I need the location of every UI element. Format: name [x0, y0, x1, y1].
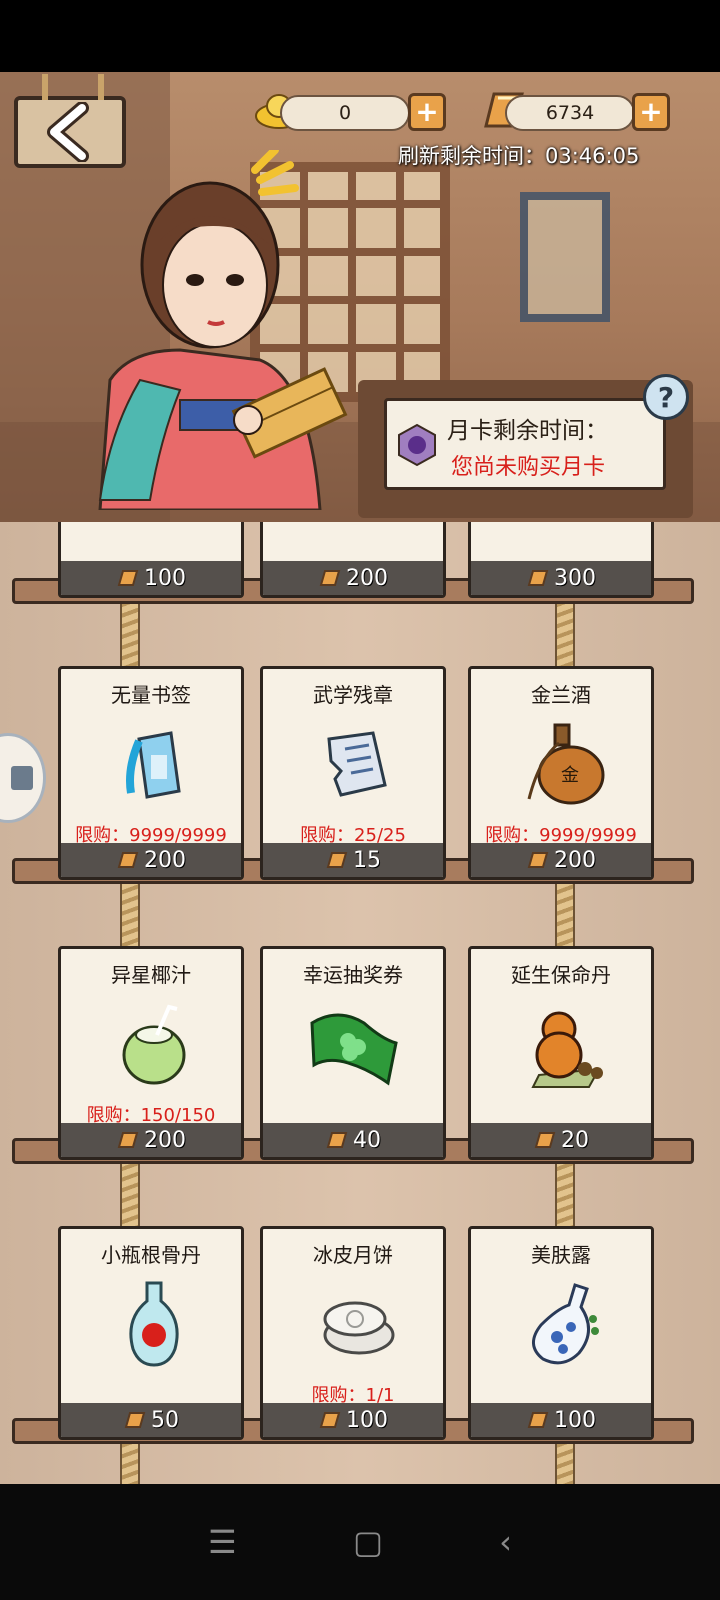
- porcelain-vase-icon: [532, 1283, 599, 1365]
- price-bar: 100: [263, 1403, 443, 1437]
- shop-item-card[interactable]: 100: [58, 522, 244, 598]
- shop-item-card[interactable]: 异星椰汁 限购：150/150 200: [58, 946, 244, 1160]
- gold-bar-icon: [117, 1132, 139, 1148]
- item-name: 武学残章: [313, 683, 393, 707]
- menu-icon[interactable]: ☰: [208, 1523, 237, 1561]
- price-bar: 200: [263, 561, 443, 595]
- shop-item-card[interactable]: 200: [260, 522, 446, 598]
- price-bar: 200: [61, 843, 241, 877]
- add-gold-button[interactable]: +: [632, 93, 670, 131]
- price-bar: 200: [61, 1123, 241, 1157]
- month-card-sign: 月卡剩余时间： 您尚未购买月卡: [384, 398, 666, 490]
- month-card-status: 您尚未购买月卡: [451, 455, 606, 480]
- price-bar: 100: [471, 1403, 651, 1437]
- coconut-icon: [122, 1004, 186, 1085]
- side-tab-icon: [11, 766, 33, 790]
- shop-shelves: 100 200 300 无量书签 限购：9999/9999 200 武学残章 限…: [0, 522, 720, 1484]
- gold-bar-icon: [527, 852, 549, 868]
- shop-item-card[interactable]: 延生保命丹 20: [468, 946, 654, 1160]
- gold-bar-balance: 6734: [505, 95, 635, 131]
- status-bar: [0, 0, 720, 72]
- shop-item-card[interactable]: 小瓶根骨丹 50: [58, 1226, 244, 1440]
- shop-item-card[interactable]: 幸运抽奖券 40: [260, 946, 446, 1160]
- item-price: 40: [353, 1127, 381, 1153]
- item-price: 20: [561, 1127, 589, 1153]
- item-price: 200: [144, 1127, 186, 1153]
- wine-gourd-icon: 金: [527, 723, 605, 805]
- svg-text:金: 金: [561, 765, 579, 786]
- item-name: 冰皮月饼: [313, 1243, 393, 1267]
- month-card-icon: [398, 423, 436, 467]
- pill-gourd-icon: [531, 1011, 603, 1088]
- item-price: 50: [151, 1407, 179, 1433]
- price-bar: 50: [61, 1403, 241, 1437]
- yuanbao-balance: 0: [280, 95, 410, 131]
- gold-bar-icon: [527, 1412, 549, 1428]
- hanging-rope: [98, 74, 104, 100]
- item-name: 小瓶根骨丹: [101, 1243, 201, 1267]
- gold-bar-icon: [117, 852, 139, 868]
- item-price: 15: [353, 847, 381, 873]
- hanging-rope: [42, 74, 48, 100]
- shop-item-card[interactable]: 300: [468, 522, 654, 598]
- gold-bar-icon: [326, 852, 348, 868]
- item-price: 100: [346, 1407, 388, 1433]
- item-price: 100: [144, 565, 186, 591]
- gold-bar-icon: [319, 570, 341, 586]
- shop-item-card[interactable]: 冰皮月饼 限购：1/1 100: [260, 1226, 446, 1440]
- torn-page-icon: [327, 731, 387, 797]
- price-bar: 300: [471, 561, 651, 595]
- bookmark-icon: [126, 731, 181, 799]
- item-name: 幸运抽奖券: [303, 963, 403, 987]
- item-name: 延生保命丹: [511, 963, 611, 987]
- item-price: 100: [554, 1407, 596, 1433]
- gold-bar-icon: [527, 570, 549, 586]
- item-price: 200: [144, 847, 186, 873]
- item-price: 200: [346, 565, 388, 591]
- gold-bar-icon: [124, 1412, 146, 1428]
- system-nav-bar: ☰ ▢ ‹: [0, 1484, 720, 1600]
- item-name: 无量书签: [111, 683, 191, 707]
- refresh-countdown: 刷新剩余时间：03:46:05: [398, 144, 640, 168]
- back-nav-icon[interactable]: ‹: [499, 1523, 512, 1561]
- item-price: 200: [554, 847, 596, 873]
- home-icon[interactable]: ▢: [353, 1523, 383, 1561]
- gold-bar-icon: [117, 570, 139, 586]
- lottery-ticket-icon: [310, 1013, 398, 1086]
- item-price: 300: [554, 565, 596, 591]
- shop-item-card[interactable]: 无量书签 限购：9999/9999 200: [58, 666, 244, 880]
- price-bar: 40: [263, 1123, 443, 1157]
- shop-item-card[interactable]: 金兰酒 金 限购：9999/9999 200: [468, 666, 654, 880]
- shop-item-card[interactable]: 武学残章 限购：25/25 15: [260, 666, 446, 880]
- gold-bar-icon: [326, 1132, 348, 1148]
- item-name: 异星椰汁: [111, 963, 191, 987]
- shopkeeper-character: [98, 150, 348, 510]
- item-name: 金兰酒: [531, 683, 591, 707]
- gold-bar-icon: [534, 1132, 556, 1148]
- month-card-title: 月卡剩余时间：: [447, 418, 608, 444]
- help-button[interactable]: ?: [643, 374, 689, 420]
- small-bottle-icon: [129, 1281, 179, 1367]
- add-yuanbao-button[interactable]: +: [408, 93, 446, 131]
- price-bar: 200: [471, 843, 651, 877]
- item-name: 美肤露: [531, 1243, 591, 1267]
- price-bar: 20: [471, 1123, 651, 1157]
- wall-picture: [520, 192, 610, 322]
- gold-bar-icon: [319, 1412, 341, 1428]
- price-bar: 100: [61, 561, 241, 595]
- shop-item-card[interactable]: 美肤露 100: [468, 1226, 654, 1440]
- price-bar: 15: [263, 843, 443, 877]
- mooncake-icon: [323, 1301, 395, 1355]
